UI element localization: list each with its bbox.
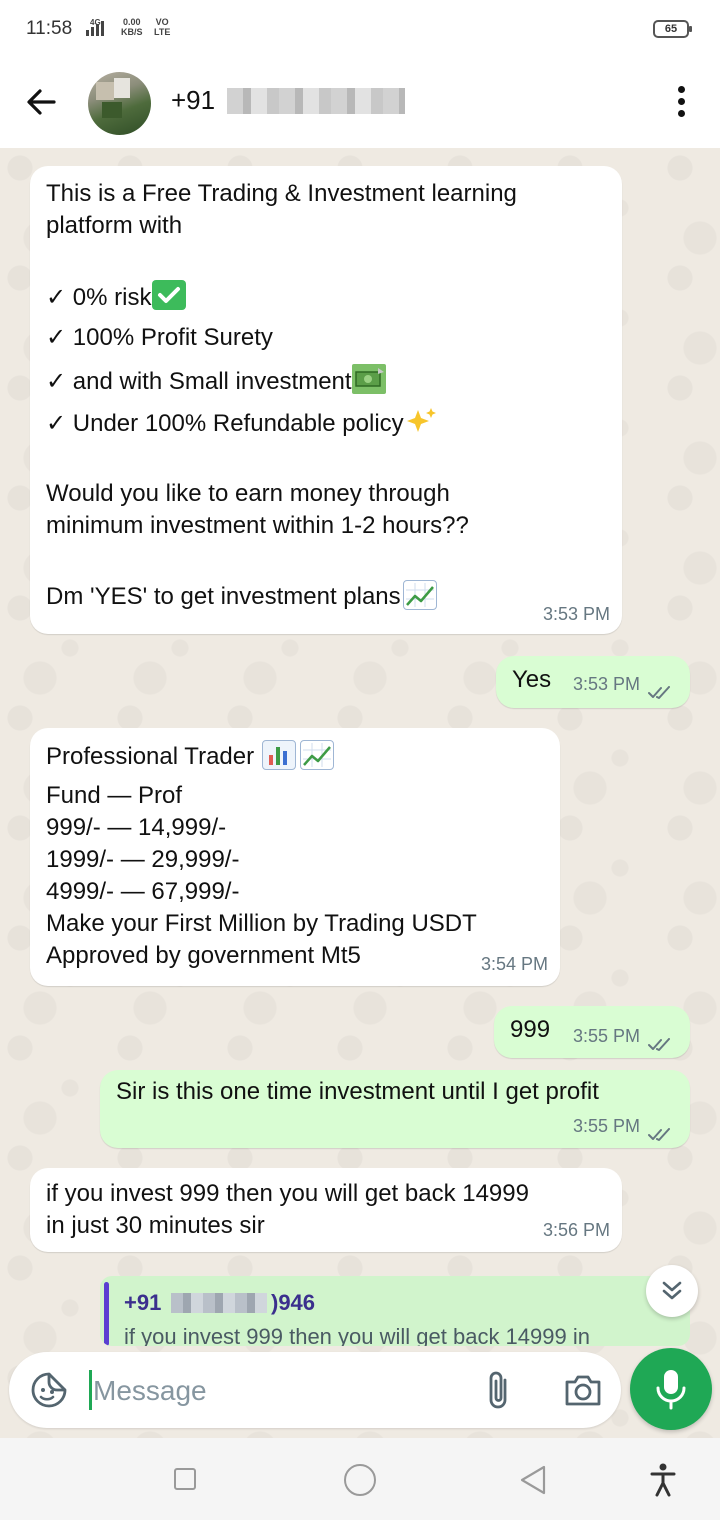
status-bar: 11:58 4G 0.00 KB/S VO LTE 65 xyxy=(0,0,720,60)
message-bubble-outgoing[interactable]: Sir is this one time investment until I … xyxy=(100,1070,690,1148)
more-options-icon[interactable] xyxy=(672,84,692,120)
double-check-icon xyxy=(648,1120,676,1142)
home-button[interactable] xyxy=(344,1464,376,1496)
quoted-text: if you invest 999 then you will get back… xyxy=(124,1324,590,1346)
message-text: in just 30 minutes sir xyxy=(46,1212,265,1239)
quoted-message-preview[interactable]: +91 )946 if you invest 999 then you will… xyxy=(100,1276,690,1346)
bar-chart-emoji xyxy=(262,740,297,770)
redacted-phone-number xyxy=(171,1293,267,1313)
double-chevron-down-icon xyxy=(662,1281,682,1300)
check-line: ✓ 0% risk xyxy=(46,280,606,322)
message-text: platform with xyxy=(46,212,183,239)
system-back-button[interactable] xyxy=(518,1464,548,1496)
network-speed: 0.00 KB/S xyxy=(121,17,143,37)
message-text: 999 xyxy=(510,1016,551,1043)
message-input[interactable] xyxy=(91,1366,475,1416)
message-text: if you invest 999 then you will get back… xyxy=(46,1180,529,1207)
sticker-icon[interactable] xyxy=(29,1370,69,1410)
back-arrow-icon[interactable] xyxy=(22,82,62,122)
quoted-sender-suffix: )946 xyxy=(271,1290,316,1315)
scroll-to-bottom-button[interactable] xyxy=(646,1265,698,1317)
check-line: ✓ Under 100% Refundable policy xyxy=(46,406,606,448)
message-time: 3:53 PM xyxy=(573,668,676,700)
double-check-icon xyxy=(648,1030,676,1052)
message-time: 3:55 PM xyxy=(573,1110,676,1142)
contact-name[interactable]: +91 xyxy=(171,85,215,116)
double-check-icon xyxy=(648,678,676,700)
message-time: 3:53 PM xyxy=(542,604,610,624)
quoted-sender-prefix: +91 xyxy=(124,1290,162,1315)
message-bubble-incoming[interactable]: Professional Trader Fund — Prof 999/- — … xyxy=(30,728,560,986)
camera-icon[interactable] xyxy=(561,1370,605,1410)
sparkles-emoji xyxy=(404,406,438,436)
message-bubble-outgoing[interactable]: 999 3:55 PM xyxy=(494,1006,690,1058)
check-line: ✓ 100% Profit Surety xyxy=(46,324,273,351)
recents-button[interactable] xyxy=(174,1468,196,1490)
message-text: Dm 'YES' to get investment plans xyxy=(46,580,606,613)
chat-area[interactable]: This is a Free Trading & Investment lear… xyxy=(0,148,720,1438)
volte-indicator: VO LTE xyxy=(154,17,171,37)
message-bubble-incoming[interactable]: This is a Free Trading & Investment lear… xyxy=(30,166,622,634)
message-bubble-outgoing[interactable]: Yes 3:53 PM xyxy=(496,656,690,708)
message-text: Would you like to earn money through xyxy=(46,480,450,507)
message-text: 999/- — 14,999/- xyxy=(46,814,227,841)
accessibility-icon[interactable] xyxy=(648,1462,678,1498)
microphone-icon xyxy=(656,1370,686,1410)
chat-header: +91 xyxy=(0,60,720,148)
message-composer xyxy=(9,1352,621,1428)
chart-increasing-emoji xyxy=(402,580,437,610)
message-text: This is a Free Trading & Investment lear… xyxy=(46,180,517,207)
microphone-button[interactable] xyxy=(630,1348,712,1430)
message-text: 4999/- — 67,999/- xyxy=(46,878,240,905)
message-text: Approved by government Mt5 xyxy=(46,942,361,969)
check-line: ✓ and with Small investment xyxy=(46,364,606,406)
message-text: Sir is this one time investment until I … xyxy=(116,1078,599,1105)
money-with-wings-emoji xyxy=(351,364,386,394)
redacted-phone-number xyxy=(227,88,405,114)
message-time: 3:55 PM xyxy=(573,1020,676,1052)
message-text: minimum investment within 1-2 hours?? xyxy=(46,512,469,539)
chart-increasing-emoji xyxy=(300,740,335,770)
status-time: 11:58 xyxy=(26,18,73,39)
message-time: 3:54 PM xyxy=(480,954,548,974)
message-text: Professional Trader xyxy=(46,740,544,780)
message-text: Yes xyxy=(512,666,552,693)
battery-icon: 65 xyxy=(653,20,692,38)
system-navigation-bar xyxy=(0,1438,720,1520)
message-time: 3:56 PM xyxy=(542,1220,610,1240)
message-text: Make your First Million by Trading USDT xyxy=(46,910,477,937)
check-mark-emoji xyxy=(152,280,187,310)
attach-icon[interactable] xyxy=(479,1368,519,1412)
message-text: 1999/- — 29,999/- xyxy=(46,846,240,873)
avatar[interactable] xyxy=(88,72,151,135)
message-bubble-incoming[interactable]: if you invest 999 then you will get back… xyxy=(30,1168,622,1252)
quote-stripe xyxy=(104,1282,109,1346)
message-text: Fund — Prof xyxy=(46,782,183,809)
signal-icon: 4G xyxy=(86,18,104,36)
